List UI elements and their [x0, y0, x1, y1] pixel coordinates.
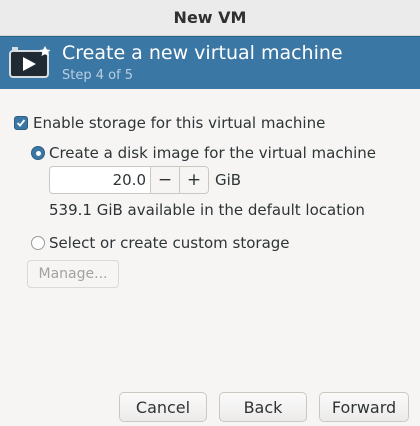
- wizard-banner: Create a new virtual machine Step 4 of 5: [0, 36, 420, 89]
- cancel-button[interactable]: Cancel: [119, 392, 207, 422]
- enable-storage-row[interactable]: Enable storage for this virtual machine: [14, 114, 325, 132]
- create-disk-label: Create a disk image for the virtual mach…: [49, 144, 376, 162]
- enable-storage-checkbox[interactable]: [14, 116, 28, 130]
- available-space-text: 539.1 GiB available in the default locat…: [49, 201, 365, 219]
- create-disk-radio[interactable]: [31, 146, 45, 160]
- manage-button[interactable]: Manage...: [27, 260, 119, 288]
- banner-step: Step 4 of 5: [62, 68, 134, 83]
- size-unit-label: GiB: [215, 171, 242, 189]
- disk-size-input[interactable]: [50, 167, 150, 193]
- monitor-play-icon: [8, 45, 52, 81]
- custom-storage-row[interactable]: Select or create custom storage: [31, 234, 290, 252]
- back-button[interactable]: Back: [219, 392, 307, 422]
- custom-storage-radio[interactable]: [31, 236, 45, 250]
- checkmark-icon: [16, 119, 26, 127]
- create-disk-row[interactable]: Create a disk image for the virtual mach…: [31, 144, 376, 162]
- banner-heading: Create a new virtual machine: [62, 42, 343, 64]
- window-title: New VM: [173, 8, 247, 27]
- increment-button[interactable]: +: [179, 167, 208, 193]
- custom-storage-label: Select or create custom storage: [49, 234, 290, 252]
- enable-storage-label: Enable storage for this virtual machine: [33, 114, 326, 132]
- decrement-button[interactable]: −: [150, 167, 179, 193]
- forward-button[interactable]: Forward: [319, 392, 409, 422]
- disk-size-spinner[interactable]: − +: [49, 166, 209, 194]
- titlebar: New VM: [0, 0, 420, 36]
